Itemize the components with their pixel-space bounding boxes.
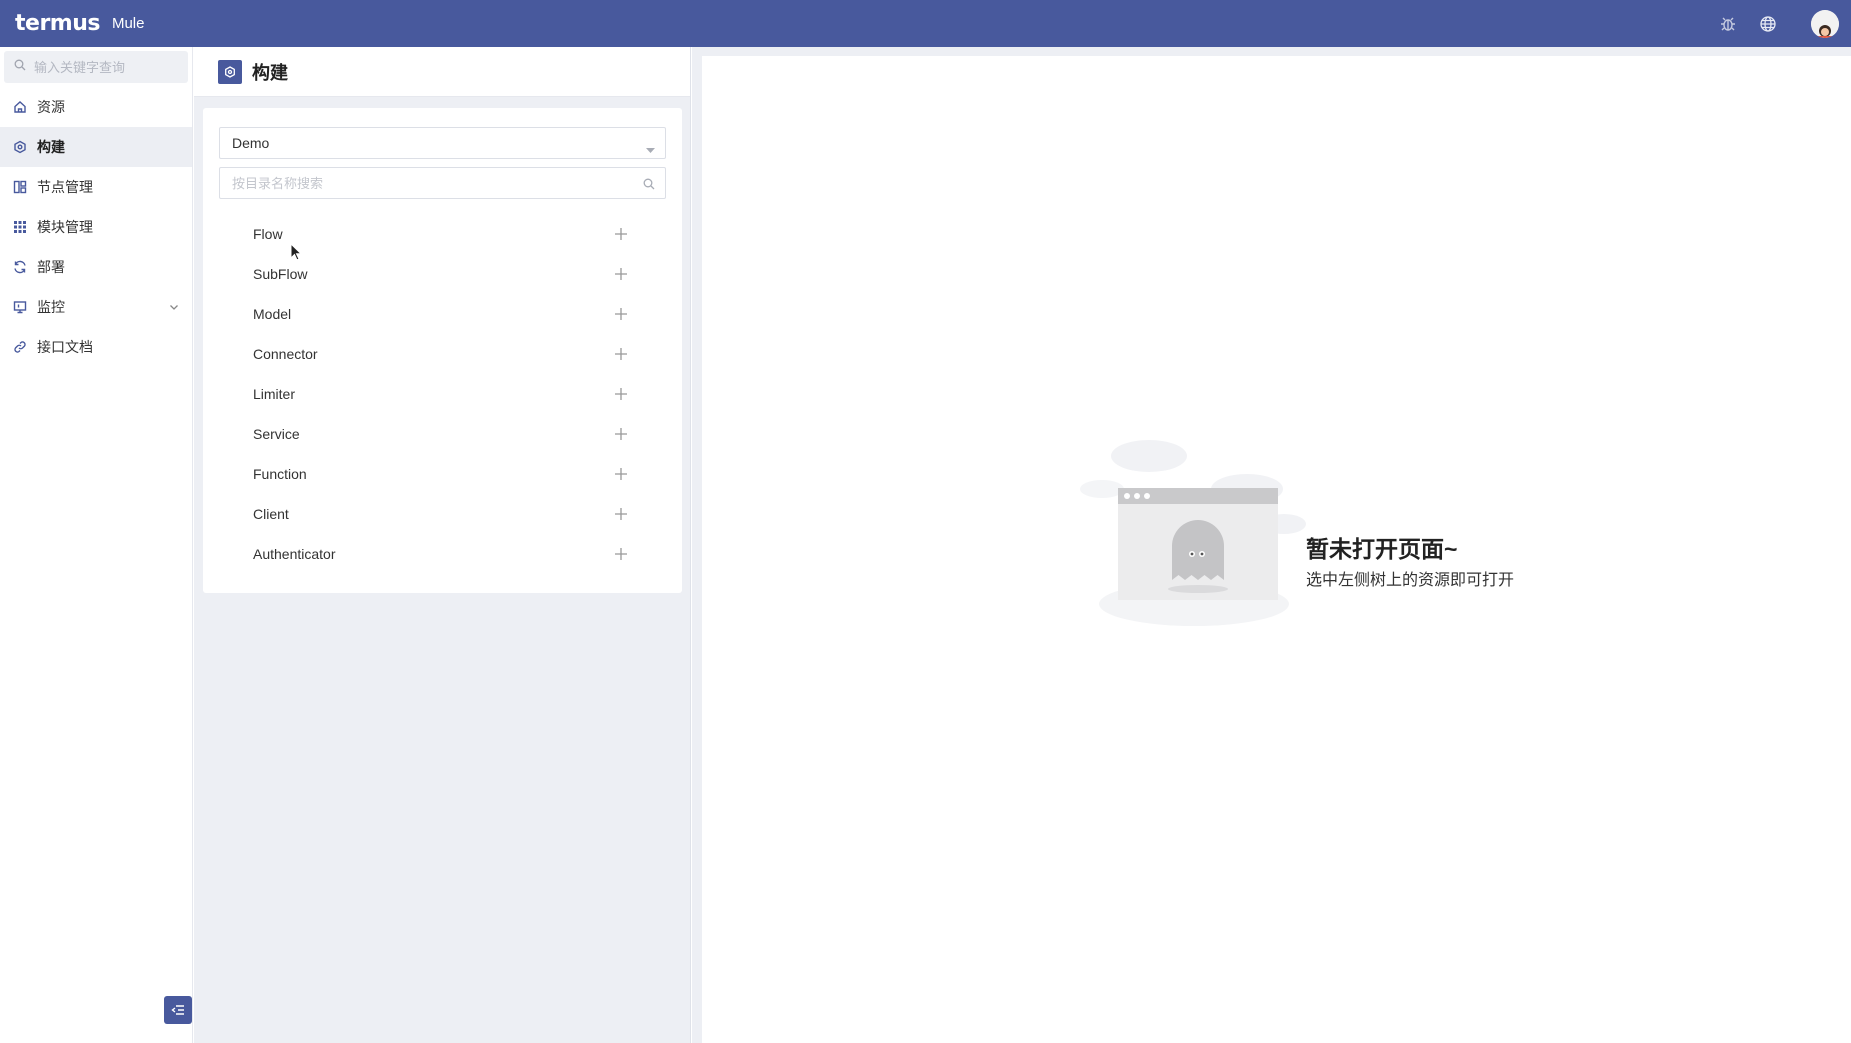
sidebar-item-monitor[interactable]: 监控 (0, 287, 192, 327)
tree-item-label: Limiter (253, 386, 296, 402)
search-icon[interactable] (643, 177, 655, 195)
tree-item-label: Function (253, 466, 307, 482)
panel-header: 构建 (194, 47, 690, 97)
tree-item-authenticator[interactable]: Authenticator (219, 534, 666, 574)
add-icon[interactable] (614, 227, 628, 241)
tree-item-service[interactable]: Service (219, 414, 666, 454)
add-icon[interactable] (614, 267, 628, 281)
sidebar-item-label: 模块管理 (37, 219, 93, 235)
resource-tree-card: Demo Flow SubFlow Model (203, 108, 682, 593)
page-title: 构建 (252, 62, 288, 83)
sidebar: 资源 构建 节点管理 模块管理 部署 监控 (0, 47, 193, 1043)
sidebar-item-label: 节点管理 (37, 179, 93, 195)
sidebar-item-label: 监控 (37, 299, 65, 315)
caret-down-icon (646, 141, 655, 157)
chevron-down-icon[interactable] (168, 300, 180, 316)
project-select[interactable]: Demo (219, 127, 666, 159)
tree-item-label: Connector (253, 346, 318, 362)
grid-icon (12, 220, 27, 235)
tree-item-label: Flow (253, 226, 283, 242)
user-avatar[interactable] (1811, 9, 1839, 38)
tree-item-label: Authenticator (253, 546, 336, 562)
sidebar-item-module-management[interactable]: 模块管理 (0, 207, 192, 247)
tree-item-subflow[interactable]: SubFlow (219, 254, 666, 294)
tree-item-model[interactable]: Model (219, 294, 666, 334)
add-icon[interactable] (614, 427, 628, 441)
sidebar-item-build[interactable]: 构建 (0, 127, 192, 167)
sidebar-item-label: 资源 (37, 99, 65, 115)
add-icon[interactable] (614, 347, 628, 361)
empty-page-illustration (1080, 440, 1306, 626)
globe-icon[interactable] (1757, 13, 1779, 35)
sidebar-item-label: 接口文档 (37, 339, 93, 355)
tree-search[interactable] (219, 167, 666, 199)
collapse-sidebar-button[interactable] (164, 996, 192, 1024)
tree-item-connector[interactable]: Connector (219, 334, 666, 374)
mouse-cursor-icon (290, 243, 302, 261)
top-actions (1717, 0, 1839, 47)
tree-search-input[interactable] (232, 175, 632, 191)
empty-state-title: 暂未打开页面~ (1306, 536, 1458, 562)
build-panel: 构建 Demo Flow SubFlow Model (194, 47, 691, 1043)
add-icon[interactable] (614, 547, 628, 561)
tree-item-label: SubFlow (253, 266, 308, 282)
collapse-icon (171, 1005, 184, 1015)
logo[interactable]: termus (15, 11, 100, 36)
add-icon[interactable] (614, 507, 628, 521)
search-icon (14, 58, 26, 76)
sidebar-item-deploy[interactable]: 部署 (0, 247, 192, 287)
sidebar-item-label: 构建 (37, 139, 65, 155)
sidebar-search-input[interactable] (34, 59, 184, 75)
refresh-icon (12, 260, 27, 275)
link-icon (12, 340, 27, 355)
sidebar-item-node-management[interactable]: 节点管理 (0, 167, 192, 207)
sidebar-item-label: 部署 (37, 259, 65, 275)
tree-item-label: Model (253, 306, 292, 322)
empty-state-subtitle: 选中左侧树上的资源即可打开 (1306, 572, 1515, 589)
tree-item-client[interactable]: Client (219, 494, 666, 534)
tree-item-flow[interactable]: Flow (219, 214, 666, 254)
editor-empty-state (702, 56, 1851, 1043)
monitor-icon (12, 300, 27, 315)
add-icon[interactable] (614, 307, 628, 321)
tree-item-limiter[interactable]: Limiter (219, 374, 666, 414)
top-bar: termus Mule (0, 0, 1851, 47)
add-icon[interactable] (614, 387, 628, 401)
tree-item-function[interactable]: Function (219, 454, 666, 494)
app-name: Mule (111, 15, 145, 32)
sidebar-item-resources[interactable]: 资源 (0, 87, 192, 127)
editor-area (692, 47, 1851, 1043)
add-icon[interactable] (614, 467, 628, 481)
layout-icon (12, 180, 27, 195)
tree-item-label: Service (253, 426, 300, 442)
resource-tree: Flow SubFlow Model Connector Limiter Ser… (219, 214, 666, 574)
sidebar-item-api-docs[interactable]: 接口文档 (0, 327, 192, 367)
build-icon (218, 59, 242, 84)
tree-item-label: Client (253, 506, 289, 522)
build-icon (12, 140, 27, 155)
home-icon (12, 100, 27, 115)
project-select-value: Demo (232, 135, 270, 151)
bug-icon[interactable] (1717, 13, 1739, 35)
sidebar-search[interactable] (4, 51, 188, 83)
